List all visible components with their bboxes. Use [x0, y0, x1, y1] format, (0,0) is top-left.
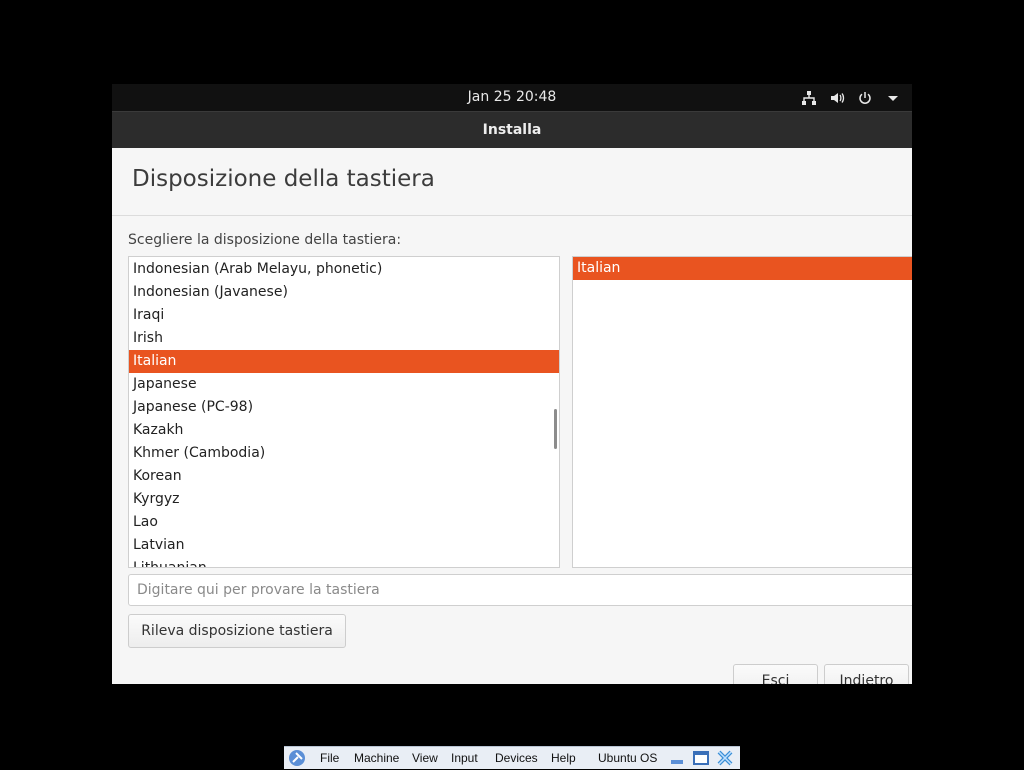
layout-item[interactable]: Latvian: [129, 534, 559, 557]
minimize-icon[interactable]: [668, 749, 686, 767]
top-bar: Jan 25 20:48: [112, 84, 912, 111]
menu-file[interactable]: File: [320, 747, 339, 769]
variant-list[interactable]: Italian: [572, 256, 912, 568]
layout-item[interactable]: Korean: [129, 465, 559, 488]
close-icon[interactable]: [716, 749, 734, 767]
layout-item[interactable]: Lithuanian: [129, 557, 559, 567]
detect-layout-button[interactable]: Rileva disposizione tastiera: [128, 614, 346, 648]
layout-item[interactable]: Japanese: [129, 373, 559, 396]
pin-icon[interactable]: [288, 749, 306, 767]
clock[interactable]: Jan 25 20:48: [112, 84, 912, 111]
layout-item[interactable]: Irish: [129, 327, 559, 350]
back-button[interactable]: Indietro: [824, 664, 909, 684]
layout-item[interactable]: Iraqi: [129, 304, 559, 327]
network-icon[interactable]: [800, 89, 818, 107]
layout-item[interactable]: Khmer (Cambodia): [129, 442, 559, 465]
vm-name: Ubuntu OS: [598, 751, 658, 765]
menu-devices[interactable]: Devices: [495, 747, 538, 769]
menu-view[interactable]: View: [412, 747, 438, 769]
chevron-down-icon[interactable]: [884, 89, 902, 107]
header-divider: [112, 215, 912, 216]
scrollbar-thumb[interactable]: [554, 409, 557, 449]
layout-prompt: Scegliere la disposizione della tastiera…: [128, 232, 402, 248]
installer-window: Disposizione della tastiera Scegliere la…: [112, 148, 912, 684]
layout-item[interactable]: Italian: [129, 350, 559, 373]
layout-item[interactable]: Kyrgyz: [129, 488, 559, 511]
layout-item[interactable]: Kazakh: [129, 419, 559, 442]
menu-input[interactable]: Input: [451, 747, 478, 769]
layout-item[interactable]: Indonesian (Arab Melayu, phonetic): [129, 258, 559, 281]
menu-help[interactable]: Help: [551, 747, 576, 769]
quit-button[interactable]: Esci: [733, 664, 818, 684]
menu-machine[interactable]: Machine: [354, 747, 399, 769]
power-icon[interactable]: [856, 89, 874, 107]
keyboard-test-input[interactable]: [128, 574, 912, 606]
layout-list[interactable]: Indonesian (Arab Melayu, phonetic) Indone…: [128, 256, 560, 568]
variant-item[interactable]: Italian: [573, 257, 912, 280]
virtualbox-menu-bar: File Machine View Input Devices Help Ubu…: [284, 746, 740, 769]
volume-icon[interactable]: [828, 89, 846, 107]
guest-screen: Jan 25 20:48 Installa Disposizione della…: [112, 84, 912, 684]
system-tray[interactable]: [800, 84, 902, 111]
window-mode-icon[interactable]: [692, 749, 710, 767]
layout-item[interactable]: Lao: [129, 511, 559, 534]
variant-rows: Italian: [573, 257, 912, 280]
page-title: Disposizione della tastiera: [132, 166, 435, 192]
layout-item[interactable]: Japanese (PC-98): [129, 396, 559, 419]
layout-item[interactable]: Indonesian (Javanese): [129, 281, 559, 304]
window-title: Installa: [112, 111, 912, 149]
layout-rows: Indonesian (Arab Melayu, phonetic) Indone…: [129, 258, 559, 567]
